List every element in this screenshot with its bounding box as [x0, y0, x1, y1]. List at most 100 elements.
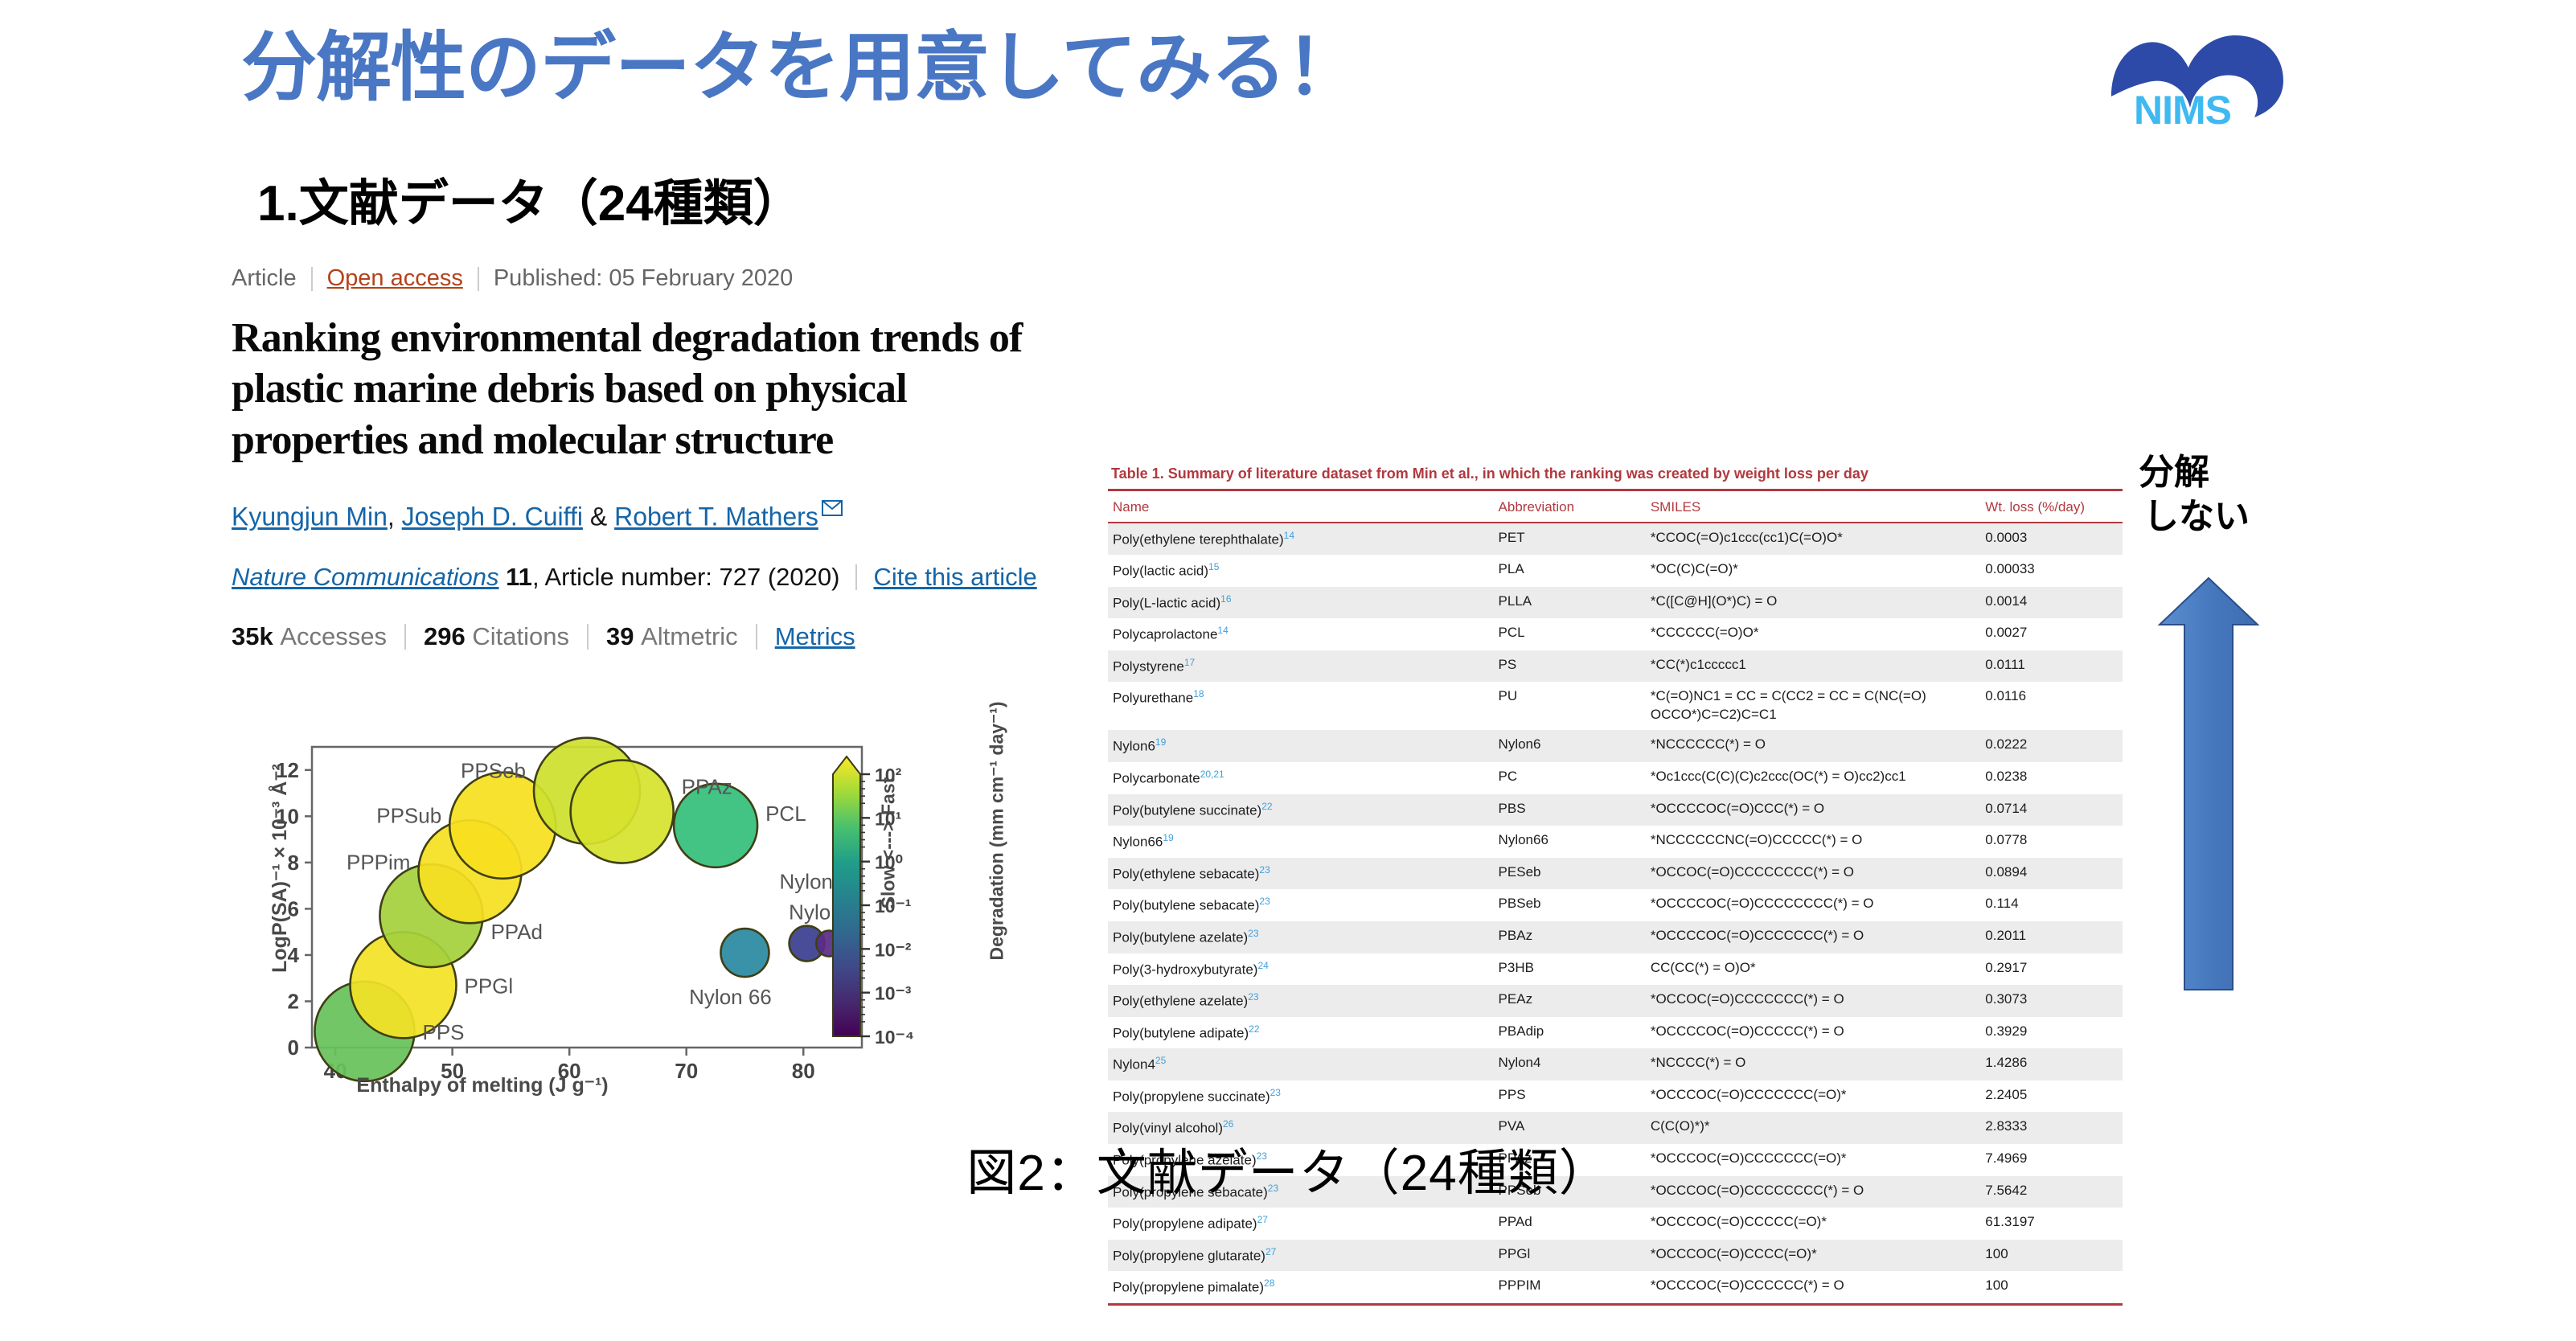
cite-article-link[interactable]: Cite this article — [873, 563, 1036, 592]
chart-bubble-label: PPAz — [682, 775, 732, 799]
cell-name: Nylon425 — [1113, 1055, 1167, 1072]
cell-name: Poly(ethylene azelate)23 — [1113, 991, 1259, 1009]
reference-superscript: 23 — [1248, 991, 1259, 1003]
author-link-2[interactable]: Joseph D. Cuiffi — [402, 502, 583, 531]
metric-value-citations: 296 — [424, 621, 466, 650]
cell-name: Poly(butylene sebacate)23 — [1113, 896, 1270, 913]
metrics-link[interactable]: Metrics — [775, 622, 855, 651]
table-row: Poly(butylene azelate)23 PBAz *OCCCCOC(=O)… — [1108, 921, 2123, 953]
cell-name: Poly(3-hydroxybutyrate)24 — [1113, 959, 1269, 978]
table-caption: Table 1. Summary of literature dataset f… — [1111, 465, 1868, 482]
cell-name: Nylon6619 — [1113, 832, 1174, 850]
chart-bubble-label: Nylon 66 — [689, 985, 772, 1009]
cell-name: Poly(ethylene terephthalate)14 — [1113, 529, 1294, 547]
column-header-smiles: SMILES — [1645, 488, 1981, 523]
table-row: Poly(ethylene sebacate)23 PESeb *OCCOC(=O)… — [1108, 857, 2123, 890]
author-link-1[interactable]: Kyungjun Min — [232, 502, 388, 531]
cell-abbreviation: Nylon6 — [1498, 736, 1541, 753]
article-number: , Article number: 727 (2020) — [531, 562, 840, 591]
cell-smiles: *OCCCOC(=O)CCCC(=O)* — [1650, 1245, 1817, 1261]
annotation-line-1: 分解 — [2139, 453, 2209, 492]
cell-name: Poly(propylene adipate)27 — [1113, 1214, 1268, 1232]
author-sep-2: & — [582, 502, 615, 531]
article-title: Ranking environmental degradation trends… — [232, 315, 1023, 463]
chart-bubble-label: PPS — [422, 1020, 464, 1044]
envelope-icon[interactable] — [821, 493, 843, 523]
cell-wt-loss: 100 — [1985, 1245, 2008, 1261]
cell-smiles: *Oc1ccc(C(C)(C)c2ccc(OC(*) = O)cc2)cc1 — [1650, 768, 1906, 784]
colorbar — [832, 755, 861, 1037]
cell-name: Nylon619 — [1113, 736, 1167, 754]
metric-value-accesses: 35k — [232, 621, 273, 650]
cell-smiles: CC(CC(*) = O)O* — [1650, 959, 1756, 975]
cell-smiles: *NCCCCCC(*) = O — [1650, 736, 1766, 753]
cell-abbreviation: PET — [1498, 529, 1525, 545]
cell-smiles: *OCCOC(=O)CCCCCCC(*) = O — [1650, 991, 1844, 1007]
table-row: Nylon6619 Nylon66 *NCCCCCCNC(=O)CCCCC(*) =… — [1108, 826, 2123, 858]
cell-wt-loss: 0.3929 — [1985, 1023, 2028, 1039]
cell-smiles: *CC(*)c1ccccc1 — [1650, 656, 1746, 672]
colorbar-tick-label: 10⁻⁴ — [875, 1027, 914, 1048]
cell-wt-loss: 0.0222 — [1985, 736, 2028, 753]
cell-smiles: *C([C@H](O*)C) = O — [1650, 593, 1778, 609]
cell-wt-loss: 2.2405 — [1985, 1086, 2028, 1102]
reference-superscript: 14 — [1217, 625, 1229, 637]
table-row: Poly(butylene adipate)22 PBAdip *OCCCCOC(=… — [1108, 1016, 2123, 1049]
column-header-wtloss: Wt. loss (%/day) — [1980, 488, 2123, 523]
cell-wt-loss: 1.4286 — [1985, 1055, 2028, 1071]
cell-abbreviation: P3HB — [1498, 959, 1534, 975]
chart-bubble-label: PPPim — [347, 851, 410, 875]
cell-abbreviation: PBAdip — [1498, 1023, 1544, 1039]
journal-divider — [855, 564, 858, 590]
table-row: Nylon425 Nylon4 *NCCCC(*) = O 1.4286 — [1108, 1048, 2123, 1081]
table-row: Poly(ethylene azelate)23 PEAz *OCCOC(=O)CC… — [1108, 985, 2123, 1017]
reference-superscript: 18 — [1193, 688, 1204, 700]
page-title: 分解性のデータを用意してみる！ — [241, 25, 1361, 109]
cell-wt-loss: 100 — [1980, 1271, 2123, 1306]
reference-superscript: 23 — [1270, 1086, 1281, 1098]
reference-superscript: 23 — [1259, 863, 1270, 876]
cell-name: Polystyrene17 — [1113, 656, 1196, 675]
table-row: Nylon619 Nylon6 *NCCCCCC(*) = O 0.0222 — [1108, 730, 2123, 762]
table-row: Polyurethane18 PU *C(=O)NC1 = CC = C(CC2 =… — [1108, 682, 2123, 731]
chart-bubble-label: PCL — [765, 802, 806, 826]
cell-wt-loss: 0.0238 — [1985, 768, 2028, 784]
metric-value-altmetric: 39 — [606, 621, 634, 650]
chart-bubble-label: PPSub — [376, 804, 441, 828]
nims-logo: NIMS — [2105, 23, 2306, 143]
reference-superscript: 14 — [1283, 529, 1294, 541]
reference-superscript: 16 — [1220, 593, 1232, 605]
cell-wt-loss: 0.0003 — [1985, 529, 2028, 545]
cell-abbreviation: PPGl — [1498, 1245, 1531, 1261]
chart-bubble-label: PPGl — [465, 974, 514, 998]
author-list: Kyungjun Min, Joseph D. Cuiffi & Robert … — [232, 493, 1132, 532]
figure-caption: 図2：文献データ（24種類） — [966, 1146, 1610, 1201]
cell-wt-loss: 0.0027 — [1985, 625, 2028, 641]
cell-abbreviation: PPAd — [1498, 1214, 1532, 1230]
cell-abbreviation: PLLA — [1498, 593, 1532, 609]
reference-superscript: 25 — [1155, 1055, 1167, 1067]
cell-wt-loss: 0.2917 — [1985, 959, 2028, 975]
colorbar-direction-label: Slow <---> Fast — [877, 777, 899, 909]
chart-bubble-label: PPSeb — [461, 758, 526, 782]
cell-name: Poly(butylene succinate)22 — [1113, 800, 1273, 818]
cell-abbreviation: PBS — [1498, 800, 1526, 816]
author-link-3[interactable]: Robert T. Mathers — [614, 502, 818, 531]
y-axis-tick-label: 0 — [288, 1035, 299, 1060]
cell-name: Polycaprolactone14 — [1113, 625, 1229, 642]
colorbar-title-label: Degradation (mm cm⁻¹ day⁻¹) — [986, 701, 1007, 961]
cell-smiles: *CCOC(=O)c1ccc(cc1)C(=O)O* — [1650, 529, 1843, 545]
open-access-link[interactable]: Open access — [313, 265, 478, 292]
cell-name: Poly(butylene adipate)22 — [1113, 1023, 1260, 1041]
cell-smiles: *OCCCCOC(=O)CCCCCCC(*) = O — [1650, 927, 1864, 943]
table-head: Name Abbreviation SMILES Wt. loss (%/day… — [1108, 488, 2123, 523]
cell-smiles: *NCCCCCCNC(=O)CCCCC(*) = O — [1650, 832, 1863, 848]
reference-superscript: 22 — [1249, 1023, 1260, 1035]
reference-superscript: 23 — [1259, 896, 1270, 908]
cell-smiles: *OCCCCOC(=O)CCC(*) = O — [1650, 800, 1825, 816]
cell-wt-loss: 0.3073 — [1985, 991, 2028, 1007]
table-row: Poly(butylene sebacate)23 PBSeb *OCCCCOC(=… — [1108, 889, 2123, 921]
column-header-abbr: Abbreviation — [1493, 488, 1646, 523]
cell-wt-loss: 61.3197 — [1985, 1214, 2035, 1230]
journal-name-link[interactable]: Nature Communications — [232, 563, 499, 592]
